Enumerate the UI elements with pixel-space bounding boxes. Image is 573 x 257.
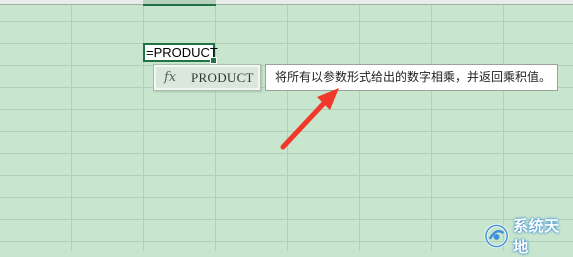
red-arrow-annotation	[280, 88, 339, 150]
watermark: 系统天地	[484, 217, 573, 256]
watermark-logo-icon	[484, 223, 509, 248]
watermark-text: 系统天地	[513, 216, 560, 256]
